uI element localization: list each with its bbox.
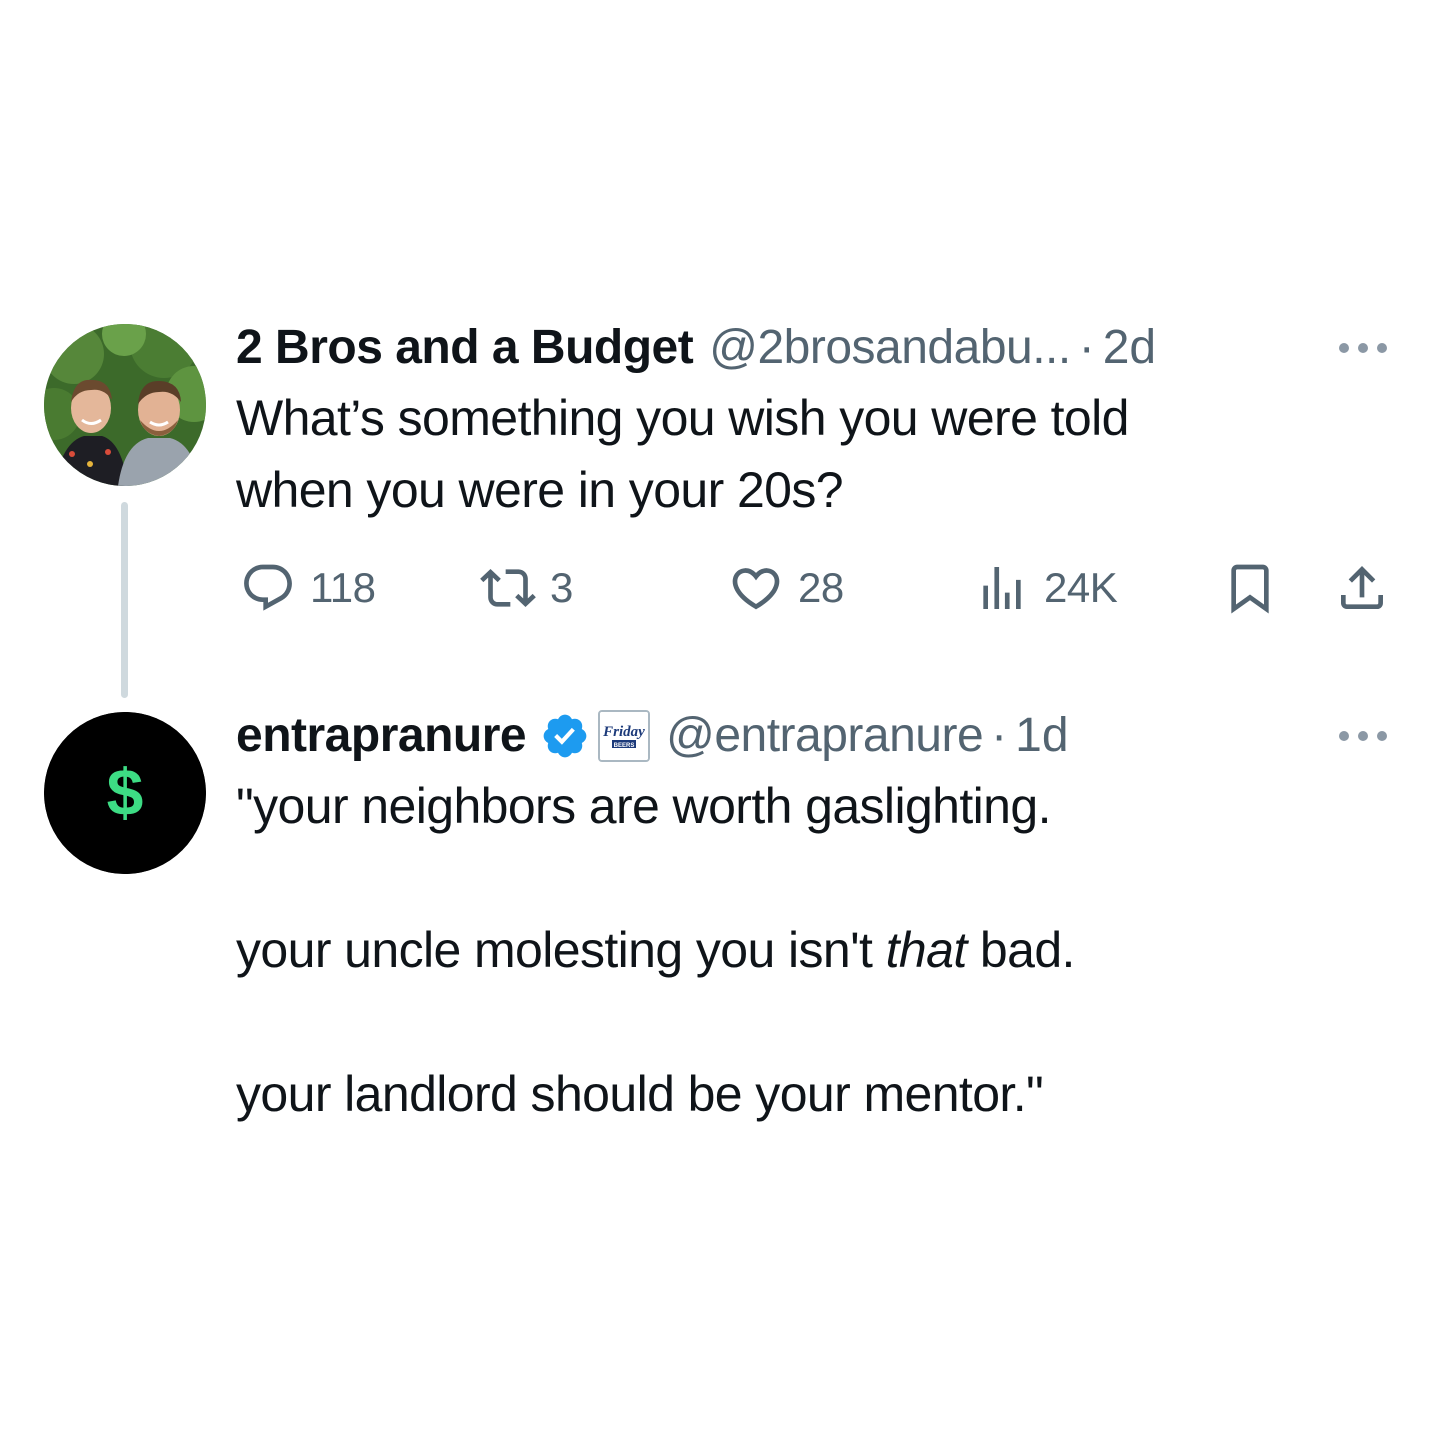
more-options-button[interactable] (1336, 338, 1390, 358)
tweet-content: entrapranure Friday BEERS @entrapranure … (236, 706, 1346, 1130)
display-name[interactable]: 2 Bros and a Budget (236, 318, 694, 378)
tweet-paragraph: your uncle molesting you isn't that bad. (236, 914, 1346, 986)
views-count: 24K (1044, 564, 1118, 611)
verified-badge-icon (540, 711, 590, 761)
views-button[interactable]: 24K (974, 558, 1118, 618)
retweet-count: 3 (550, 564, 573, 611)
tweet-header: 2 Bros and a Budget @2brosandabu... · 2d (236, 318, 1346, 378)
timestamp[interactable]: 1d (1015, 706, 1068, 766)
reply-count: 118 (310, 564, 376, 611)
tweet-reply[interactable]: $ entrapranure Friday BEERS @entrapranur… (0, 706, 1440, 1206)
action-bar: 118 3 28 24K (236, 558, 1396, 618)
bookmark-button[interactable] (1222, 558, 1278, 618)
dollar-symbol: $ (107, 755, 144, 829)
tweet-paragraph: "your neighbors are worth gaslighting. (236, 778, 1051, 834)
bookmark-icon (1231, 564, 1269, 614)
reply-icon (244, 564, 292, 611)
more-options-button[interactable] (1336, 726, 1390, 746)
user-handle[interactable]: @entrapranure (666, 706, 984, 766)
avatar[interactable]: $ (44, 712, 206, 874)
share-icon (1341, 566, 1383, 609)
views-icon (983, 567, 1021, 609)
tweet-text: "your neighbors are worth gaslighting. y… (236, 770, 1346, 1130)
tweet-original[interactable]: 2 Bros and a Budget @2brosandabu... · 2d… (0, 318, 1440, 698)
tweet-text-line: when you were in your 20s? (236, 462, 844, 518)
retweet-icon (480, 569, 536, 607)
reply-button[interactable]: 118 (240, 558, 376, 618)
affiliation-badge[interactable]: Friday BEERS (598, 710, 651, 762)
like-button[interactable]: 28 (728, 558, 844, 618)
tweet-text-segment: bad. (966, 922, 1076, 978)
dollar-sign-avatar: $ (44, 712, 206, 874)
tweet-text-emphasis: that (885, 922, 968, 978)
avatar[interactable] (44, 324, 206, 486)
svg-text:Friday: Friday (602, 724, 645, 740)
like-count: 28 (798, 564, 844, 611)
share-button[interactable] (1334, 558, 1390, 618)
photo-avatar-image (44, 324, 206, 486)
tweet-header: entrapranure Friday BEERS @entrapranure … (236, 706, 1346, 766)
more-icon (1339, 731, 1387, 741)
timestamp[interactable]: 2d (1103, 318, 1156, 378)
tweet-text: What’s something you wish you were told … (236, 382, 1346, 526)
tweet-paragraph: your landlord should be your mentor." (236, 1066, 1044, 1122)
svg-text:BEERS: BEERS (614, 743, 635, 749)
more-icon (1339, 343, 1387, 353)
user-handle[interactable]: @2brosandabu... (709, 318, 1071, 378)
friday-beers-logo: Friday BEERS (600, 712, 649, 760)
tweet-text-segment: your uncle molesting you isn't (236, 922, 886, 978)
thread-connector-line (121, 502, 128, 698)
separator-dot: · (1078, 321, 1095, 374)
retweet-button[interactable]: 3 (480, 558, 573, 618)
tweet-text-line: What’s something you wish you were told (236, 390, 1129, 446)
tweet-content: 2 Bros and a Budget @2brosandabu... · 2d… (236, 318, 1346, 526)
like-icon (732, 568, 780, 610)
display-name[interactable]: entrapranure (236, 706, 527, 766)
separator-dot: · (991, 709, 1008, 762)
